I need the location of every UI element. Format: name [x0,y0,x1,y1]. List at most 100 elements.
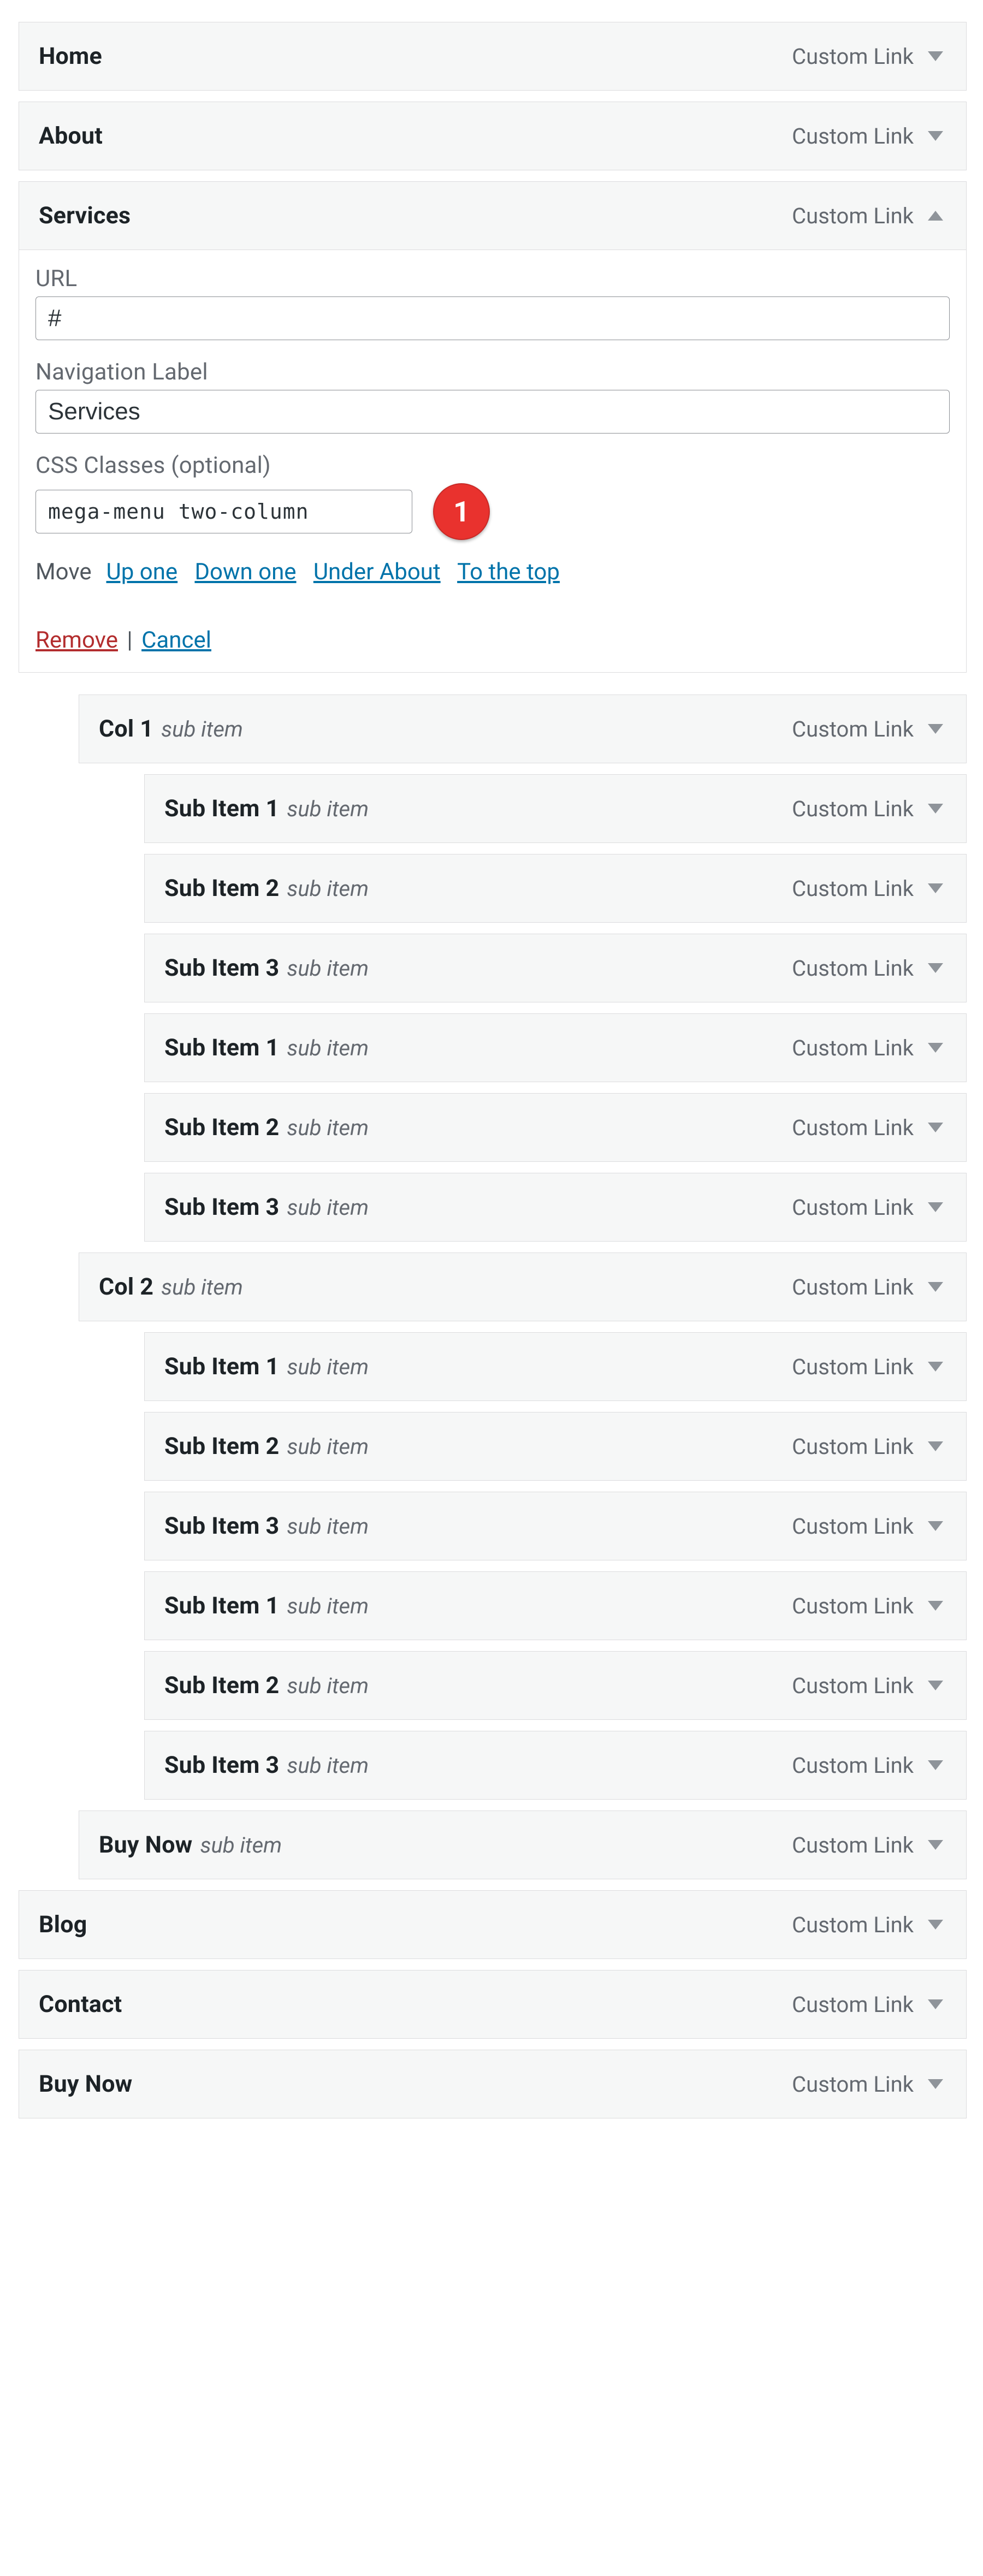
menu-item-title: Sub Item 2 [164,1672,279,1699]
menu-item-header[interactable]: Buy Now Custom Link [19,2050,967,2118]
move-row: Move Up one Down one Under About To the … [35,559,950,585]
chevron-down-icon[interactable] [928,1362,943,1372]
menu-item-title: Sub Item 3 [164,1752,279,1779]
url-input[interactable] [35,296,950,340]
css-classes-label: CSS Classes (optional) [35,452,950,479]
move-under-link[interactable]: Under About [313,559,441,585]
chevron-down-icon[interactable] [928,883,943,893]
sub-item-label: sub item [287,1354,369,1380]
menu-item-header[interactable]: AboutCustom Link [19,102,967,170]
menu-item-title: Sub Item 1 [164,1034,279,1061]
sub-item-label: sub item [287,1513,369,1539]
sub-item-label: sub item [287,1195,369,1220]
menu-item-type: Custom Link [792,44,914,69]
menu-item-type: Custom Link [792,1035,914,1061]
chevron-down-icon[interactable] [928,1999,943,2009]
sub-item-label: sub item [287,1673,369,1699]
sub-item-label: sub item [287,796,369,822]
chevron-up-icon[interactable] [928,211,943,221]
menu-item-title: Sub Item 3 [164,954,279,982]
menu-item-header[interactable]: Sub Item 2 sub item Custom Link [144,1651,967,1720]
menu-item-title: Sub Item 2 [164,1114,279,1141]
menu-item-title: Buy Now [39,2070,132,2098]
chevron-down-icon[interactable] [928,1123,943,1132]
menu-item-title: Sub Item 2 [164,875,279,902]
menu-item-title: Contact [39,1991,122,2018]
chevron-down-icon[interactable] [928,1681,943,1690]
chevron-down-icon[interactable] [928,1043,943,1053]
annotation-badge-1: 1 [433,483,490,540]
chevron-down-icon[interactable] [928,804,943,814]
menu-item-title: Sub Item 3 [164,1512,279,1540]
menu-item-header[interactable]: Col 2sub itemCustom Link [79,1253,967,1321]
chevron-down-icon[interactable] [928,1840,943,1850]
move-top-link[interactable]: To the top [457,559,560,585]
sub-item-label: sub item [287,1593,369,1619]
menu-item-type: Custom Link [792,1513,914,1539]
separator: | [127,627,132,654]
menu-item-type: Custom Link [792,955,914,981]
menu-item-type: Custom Link [792,1992,914,2017]
menu-item-header[interactable]: Sub Item 3sub itemCustom Link [144,1173,967,1242]
menu-item-header[interactable]: Sub Item 1sub itemCustom Link [144,1013,967,1082]
menu-item-type: Custom Link [792,1115,914,1141]
sub-item-label: sub item [287,1115,369,1141]
sub-item-label: sub item [287,1434,369,1459]
menu-item-header[interactable]: Home Custom Link [19,22,967,91]
menu-item-header[interactable]: Sub Item 1 sub item Custom Link [144,1571,967,1640]
chevron-down-icon[interactable] [928,2079,943,2089]
menu-item-type: Custom Link [792,716,914,742]
menu-item-title: Sub Item 1 [164,1592,279,1619]
menu-item-header[interactable]: Sub Item 3 sub item Custom Link [144,1492,967,1560]
chevron-down-icon[interactable] [928,1920,943,1930]
menu-item-header[interactable]: Sub Item 2 sub item Custom Link [144,1412,967,1481]
menu-item-header[interactable]: ServicesCustom Link [19,181,967,250]
menu-item-header[interactable]: BlogCustom Link [19,1890,967,1959]
menu-item-type: Custom Link [792,1832,914,1858]
nav-label-label: Navigation Label [35,359,950,385]
sub-item-label: sub item [287,876,369,901]
menu-item-type: Custom Link [792,1593,914,1619]
move-label: Move [35,559,92,585]
menu-item-header[interactable]: Sub Item 3sub itemCustom Link [144,934,967,1002]
menu-item-header[interactable]: Sub Item 1sub itemCustom Link [144,1332,967,1401]
menu-item-header[interactable]: Sub Item 2 sub item Custom Link [144,854,967,923]
menu-item-type: Custom Link [792,123,914,149]
menu-item-header[interactable]: Buy Nowsub itemCustom Link [79,1811,967,1879]
nav-label-input[interactable] [35,390,950,434]
chevron-down-icon[interactable] [928,1441,943,1451]
chevron-down-icon[interactable] [928,51,943,61]
menu-item-title: Buy Now [99,1831,192,1859]
menu-item-header[interactable]: Sub Item 1sub itemCustom Link [144,774,967,843]
cancel-link[interactable]: Cancel [141,627,211,654]
menu-item-header[interactable]: Col 1sub itemCustom Link [79,695,967,763]
remove-link[interactable]: Remove [35,627,118,654]
menu-item-type: Custom Link [792,1673,914,1699]
menu-item-type: Custom Link [792,2072,914,2097]
menu-item-title: Home [39,43,102,70]
move-up-link[interactable]: Up one [106,559,178,585]
menu-item-header[interactable]: Contact Custom Link [19,1970,967,2039]
chevron-down-icon[interactable] [928,131,943,141]
sub-item-label: sub item [161,1274,243,1300]
chevron-down-icon[interactable] [928,1202,943,1212]
chevron-down-icon[interactable] [928,1760,943,1770]
menu-item-title: Sub Item 3 [164,1194,279,1221]
menu-item-title: Sub Item 2 [164,1433,279,1460]
menu-item-title: Col 2 [99,1273,153,1301]
sub-item-label: sub item [287,1753,369,1778]
menu-item-type: Custom Link [792,1434,914,1459]
menu-item-settings: URL Navigation Label CSS Classes (option… [19,250,967,673]
menu-item-title: Sub Item 1 [164,795,279,822]
chevron-down-icon[interactable] [928,1521,943,1531]
chevron-down-icon[interactable] [928,1601,943,1611]
menu-item-header[interactable]: Sub Item 3sub itemCustom Link [144,1731,967,1800]
menu-item-title: Col 1 [99,715,153,743]
css-classes-input[interactable] [35,490,412,533]
chevron-down-icon[interactable] [928,963,943,973]
menu-item-header[interactable]: Sub Item 2 sub item Custom Link [144,1093,967,1162]
chevron-down-icon[interactable] [928,1282,943,1292]
chevron-down-icon[interactable] [928,724,943,734]
move-down-link[interactable]: Down one [194,559,296,585]
menu-item-type: Custom Link [792,876,914,901]
